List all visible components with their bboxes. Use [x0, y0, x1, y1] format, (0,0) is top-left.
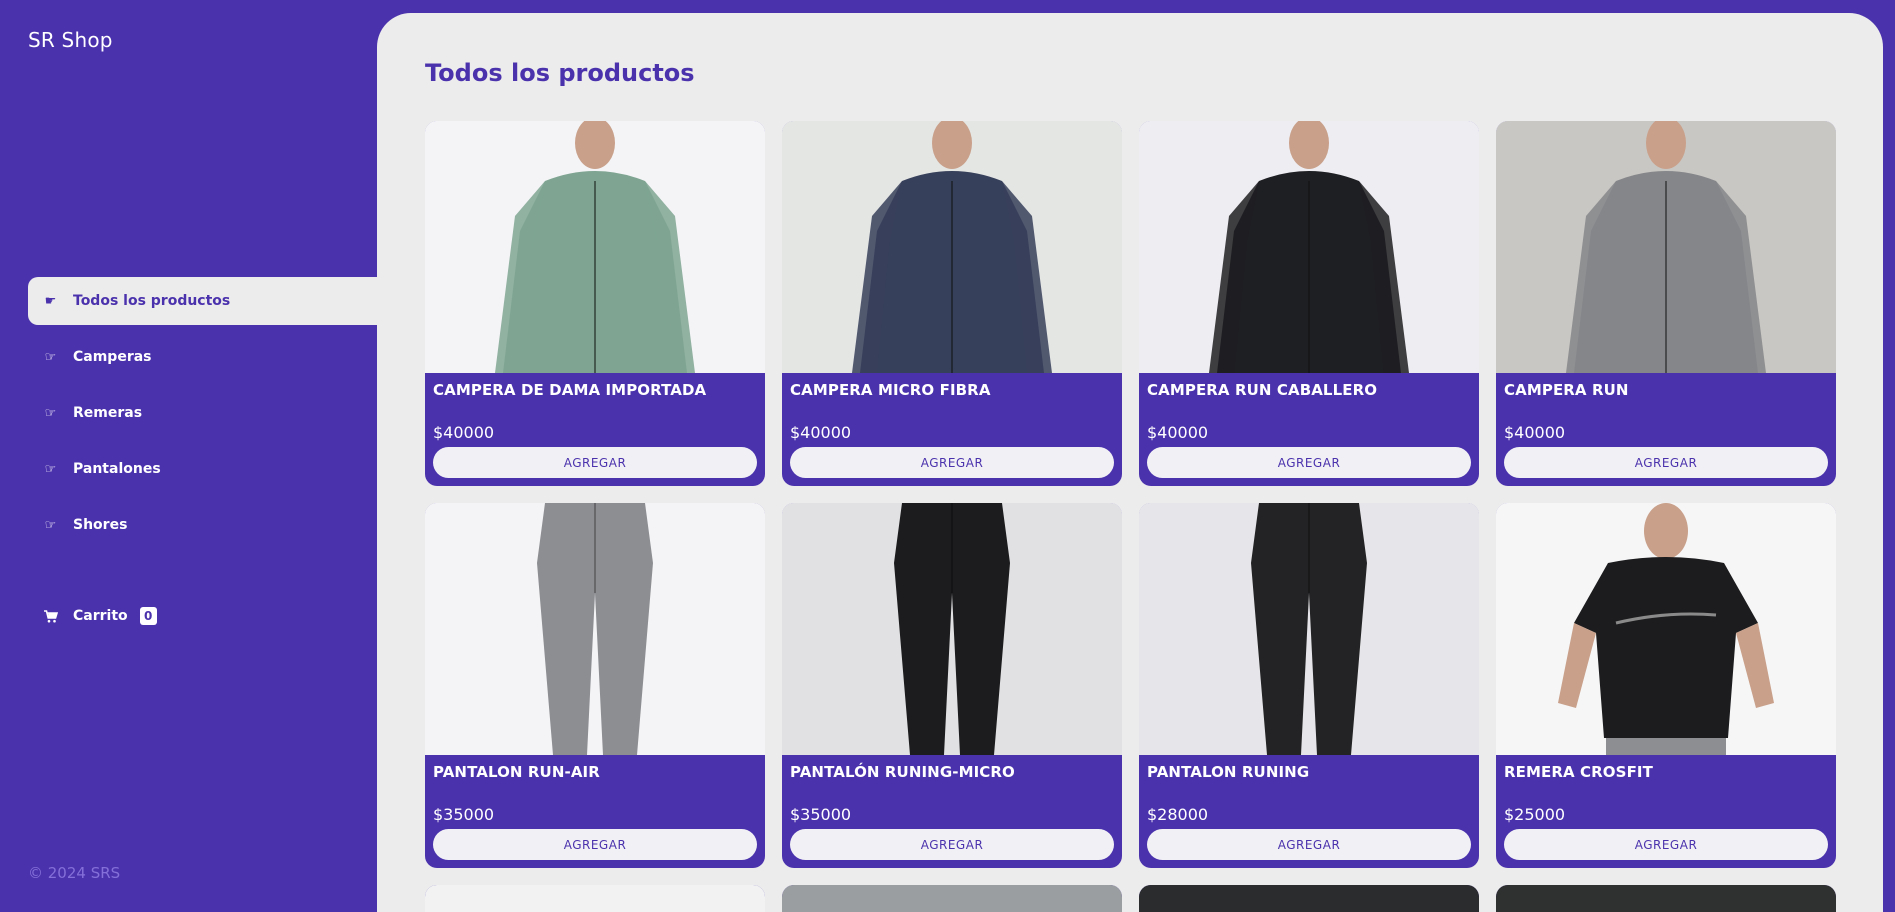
- product-card: [425, 885, 765, 912]
- product-image[interactable]: [1139, 885, 1479, 912]
- product-image[interactable]: [1496, 503, 1836, 755]
- product-image[interactable]: [425, 885, 765, 912]
- product-image[interactable]: [1496, 121, 1836, 373]
- pointing-hand-outline-icon: ☞: [44, 461, 57, 477]
- add-to-cart-button[interactable]: AGREGAR: [1504, 447, 1828, 478]
- product-name: PANTALON RUNING: [1147, 763, 1310, 781]
- product-name: PANTALÓN RUNING-MICRO: [790, 763, 1015, 781]
- add-to-cart-button[interactable]: AGREGAR: [790, 447, 1114, 478]
- product-card: [1496, 885, 1836, 912]
- product-card: REMERA CROSFIT $25000 AGREGAR: [1496, 503, 1836, 868]
- product-card: [1139, 885, 1479, 912]
- add-to-cart-button[interactable]: AGREGAR: [433, 829, 757, 860]
- cart-count-badge: 0: [139, 607, 157, 625]
- product-name: CAMPERA RUN: [1504, 381, 1629, 399]
- product-image[interactable]: [782, 885, 1122, 912]
- add-to-cart-button[interactable]: AGREGAR: [790, 829, 1114, 860]
- app-logo[interactable]: SR Shop: [28, 28, 113, 52]
- product-card: CAMPERA RUN CABALLERO $40000 AGREGAR: [1139, 121, 1479, 486]
- product-card: [782, 885, 1122, 912]
- product-image[interactable]: [425, 503, 765, 755]
- nav-item-label: Camperas: [73, 349, 152, 365]
- cart-label: Carrito: [73, 608, 128, 624]
- product-card: CAMPERA MICRO FIBRA $40000 AGREGAR: [782, 121, 1122, 486]
- product-image[interactable]: [782, 503, 1122, 755]
- product-card: PANTALÓN RUNING-MICRO $35000 AGREGAR: [782, 503, 1122, 868]
- sidebar: SR Shop ☛ Todos los productos ☞ Camperas…: [0, 0, 377, 912]
- nav-item-todos[interactable]: ☛ Todos los productos: [28, 277, 377, 325]
- add-to-cart-button[interactable]: AGREGAR: [1147, 447, 1471, 478]
- nav-item-label: Shores: [73, 517, 128, 533]
- product-name: CAMPERA MICRO FIBRA: [790, 381, 991, 399]
- product-price: $28000: [1147, 805, 1209, 824]
- page-title: Todos los productos: [425, 59, 695, 87]
- product-name: CAMPERA DE DAMA IMPORTADA: [433, 381, 707, 399]
- product-card: CAMPERA RUN $40000 AGREGAR: [1496, 121, 1836, 486]
- product-name: PANTALON RUN-AIR: [433, 763, 600, 781]
- product-card: CAMPERA DE DAMA IMPORTADA $40000 AGREGAR: [425, 121, 765, 486]
- product-image[interactable]: [1496, 885, 1836, 912]
- product-image[interactable]: [1139, 121, 1479, 373]
- product-price: $40000: [790, 423, 852, 442]
- product-card: PANTALON RUN-AIR $35000 AGREGAR: [425, 503, 765, 868]
- cart-link[interactable]: Carrito 0: [28, 592, 377, 640]
- product-price: $35000: [790, 805, 852, 824]
- pointing-hand-icon: ☛: [44, 293, 57, 309]
- product-price: $40000: [1147, 423, 1209, 442]
- footer-copyright: © 2024 SRS: [28, 864, 121, 882]
- cart-icon: [43, 609, 58, 624]
- nav-item-remeras[interactable]: ☞ Remeras: [28, 389, 377, 437]
- pointing-hand-outline-icon: ☞: [44, 405, 57, 421]
- nav-item-camperas[interactable]: ☞ Camperas: [28, 333, 377, 381]
- pointing-hand-outline-icon: ☞: [44, 517, 57, 533]
- product-card: PANTALON RUNING $28000 AGREGAR: [1139, 503, 1479, 868]
- product-price: $40000: [433, 423, 495, 442]
- product-grid: CAMPERA DE DAMA IMPORTADA $40000 AGREGAR C…: [425, 121, 1836, 912]
- add-to-cart-button[interactable]: AGREGAR: [433, 447, 757, 478]
- nav-item-label: Todos los productos: [73, 293, 231, 309]
- product-price: $40000: [1504, 423, 1566, 442]
- product-image[interactable]: [782, 121, 1122, 373]
- nav-item-label: Remeras: [73, 405, 143, 421]
- product-price: $35000: [433, 805, 495, 824]
- add-to-cart-button[interactable]: AGREGAR: [1504, 829, 1828, 860]
- pointing-hand-outline-icon: ☞: [44, 349, 57, 365]
- product-name: CAMPERA RUN CABALLERO: [1147, 381, 1378, 399]
- product-image[interactable]: [1139, 503, 1479, 755]
- nav-item-shores[interactable]: ☞ Shores: [28, 501, 377, 549]
- product-price: $25000: [1504, 805, 1566, 824]
- nav-item-label: Pantalones: [73, 461, 161, 477]
- product-image[interactable]: [425, 121, 765, 373]
- main-content: Todos los productos CAMPERA DE DAMA IMPO…: [377, 13, 1883, 912]
- category-nav: ☛ Todos los productos ☞ Camperas ☞ Remer…: [28, 277, 377, 557]
- add-to-cart-button[interactable]: AGREGAR: [1147, 829, 1471, 860]
- nav-item-pantalones[interactable]: ☞ Pantalones: [28, 445, 377, 493]
- product-name: REMERA CROSFIT: [1504, 763, 1653, 781]
